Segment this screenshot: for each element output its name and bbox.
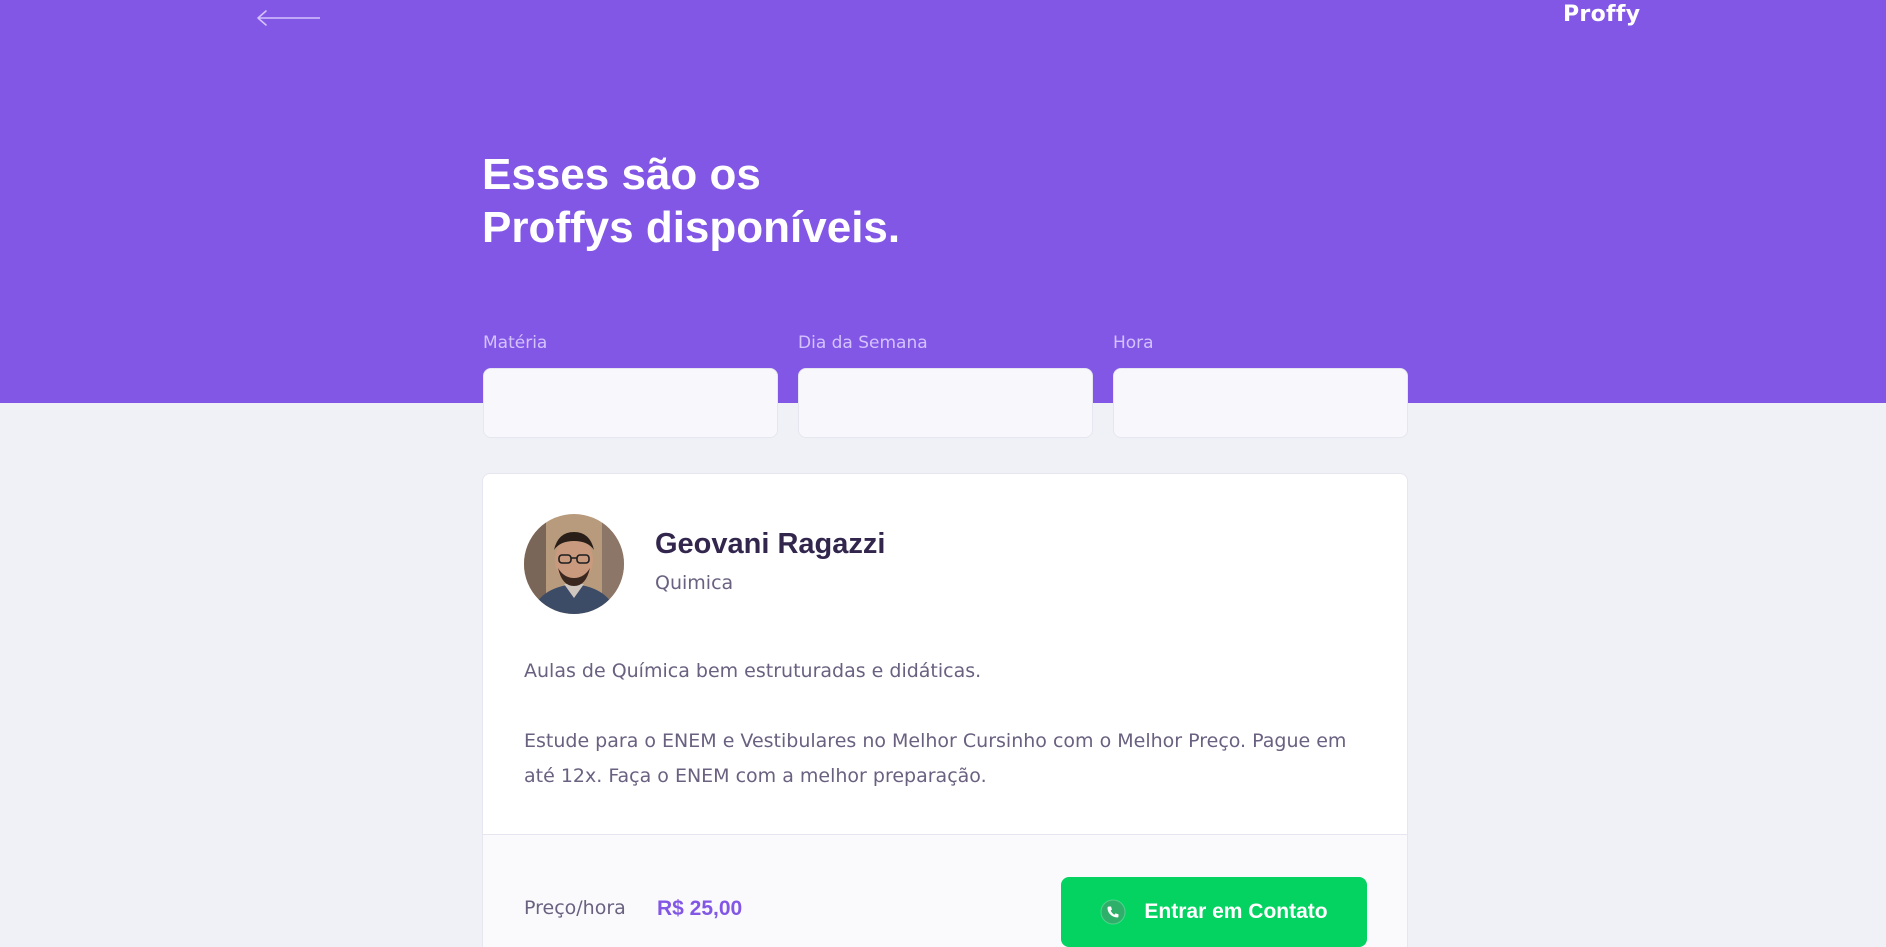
teacher-bio-paragraph: Estude para o ENEM e Vestibulares no Mel…: [524, 730, 1347, 787]
teacher-card: Geovani Ragazzi Quimica Aulas de Química…: [482, 473, 1408, 947]
teacher-bio: Aulas de Química bem estruturadas e didá…: [524, 654, 1374, 794]
page-title: Esses são os Proffys disponíveis.: [482, 148, 1182, 254]
weekday-filter-label: Dia da Semana: [798, 333, 928, 353]
price-value: R$ 25,00: [657, 897, 743, 920]
proffy-logo[interactable]: Proffy: [1563, 2, 1640, 27]
price-label: Preço/hora: [524, 897, 626, 919]
whatsapp-icon: [1100, 899, 1126, 925]
subject-filter-label: Matéria: [483, 333, 548, 353]
subject-filter-input[interactable]: [483, 368, 778, 438]
weekday-filter-input[interactable]: [798, 368, 1093, 438]
contact-button-label: Entrar em Contato: [1144, 900, 1328, 923]
teacher-card-footer: Preço/hora R$ 25,00 Entrar em Contato: [483, 834, 1407, 947]
time-filter-input[interactable]: [1113, 368, 1408, 438]
teacher-subject: Quimica: [655, 572, 734, 594]
time-filter-label: Hora: [1113, 333, 1154, 353]
teacher-name: Geovani Ragazzi: [655, 528, 886, 560]
page-header: Proffy Esses são os Proffys disponíveis.…: [0, 0, 1886, 438]
page-title-line-2: Proffys disponíveis.: [482, 203, 901, 252]
teacher-bio-paragraph: Aulas de Química bem estruturadas e didá…: [524, 660, 982, 682]
back-arrow-icon[interactable]: [256, 6, 322, 30]
contact-button[interactable]: Entrar em Contato: [1061, 877, 1367, 947]
page-title-line-1: Esses são os: [482, 150, 761, 199]
teacher-avatar: [524, 514, 624, 614]
